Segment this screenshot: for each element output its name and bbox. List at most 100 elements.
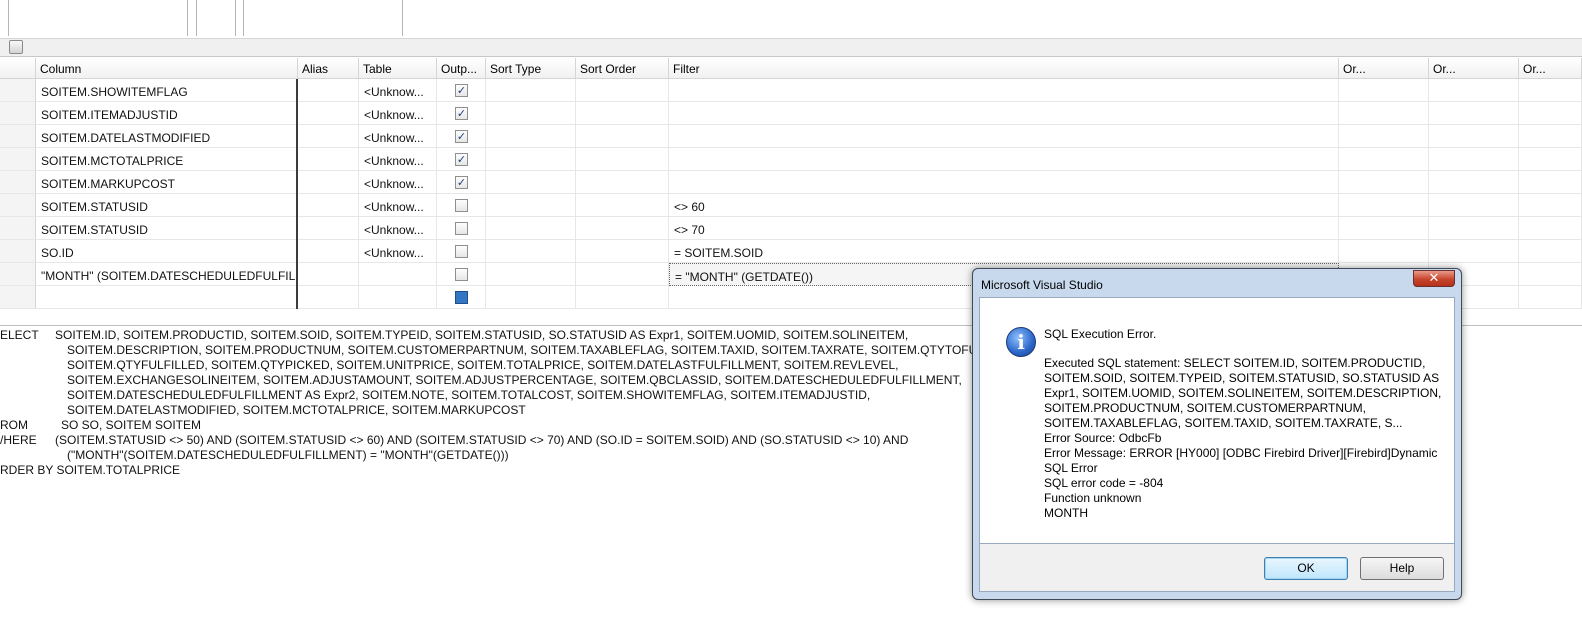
- grid-row[interactable]: SOITEM.STATUSID <Unknow... <> 60: [0, 194, 1582, 217]
- ok-button[interactable]: OK: [1264, 557, 1348, 580]
- column-header-or-2[interactable]: Or...: [1429, 58, 1519, 79]
- cell-filter[interactable]: [669, 102, 1339, 125]
- column-header-sort-order[interactable]: Sort Order: [576, 58, 669, 79]
- cell-output[interactable]: ✓: [437, 125, 486, 148]
- cell-alias[interactable]: [298, 240, 359, 263]
- cell-or-3[interactable]: [1519, 217, 1582, 240]
- grid-row[interactable]: SOITEM.ITEMADJUSTID <Unknow... ✓: [0, 102, 1582, 125]
- row-selector[interactable]: [0, 194, 36, 217]
- column-header-alias[interactable]: Alias: [298, 58, 359, 79]
- cell-or-3[interactable]: [1519, 171, 1582, 194]
- cell-output[interactable]: [437, 286, 486, 309]
- output-checkbox[interactable]: ✓: [455, 176, 468, 189]
- cell-or-1[interactable]: [1339, 194, 1429, 217]
- cell-or-2[interactable]: [1429, 194, 1519, 217]
- cell-sort-order[interactable]: [576, 148, 669, 171]
- row-selector[interactable]: [0, 79, 36, 102]
- cell-or-1[interactable]: [1339, 125, 1429, 148]
- row-selector[interactable]: [0, 148, 36, 171]
- cell-table[interactable]: <Unknow...: [359, 148, 437, 171]
- cell-or-1[interactable]: [1339, 102, 1429, 125]
- cell-column[interactable]: SOITEM.STATUSID: [36, 217, 298, 240]
- column-header-column[interactable]: Column: [36, 58, 298, 79]
- cell-sort-order[interactable]: [576, 125, 669, 148]
- cell-or-1[interactable]: [1339, 79, 1429, 102]
- cell-alias[interactable]: [298, 263, 359, 286]
- cell-table[interactable]: <Unknow...: [359, 102, 437, 125]
- cell-table[interactable]: <Unknow...: [359, 194, 437, 217]
- cell-sort-type[interactable]: [486, 217, 576, 240]
- cell-alias[interactable]: [298, 286, 359, 309]
- row-selector[interactable]: [0, 171, 36, 194]
- cell-table[interactable]: <Unknow...: [359, 240, 437, 263]
- cell-output[interactable]: ✓: [437, 148, 486, 171]
- column-header-table[interactable]: Table: [359, 58, 437, 79]
- cell-sort-order[interactable]: [576, 240, 669, 263]
- cell-sort-order[interactable]: [576, 217, 669, 240]
- cell-column[interactable]: SOITEM.SHOWITEMFLAG: [36, 79, 298, 102]
- cell-column[interactable]: SO.ID: [36, 240, 298, 263]
- cell-output[interactable]: [437, 240, 486, 263]
- cell-output[interactable]: [437, 263, 486, 286]
- cell-alias[interactable]: [298, 194, 359, 217]
- row-selector[interactable]: [0, 125, 36, 148]
- row-selector[interactable]: [0, 286, 36, 309]
- grid-row[interactable]: SOITEM.MARKUPCOST <Unknow... ✓: [0, 171, 1582, 194]
- cell-column[interactable]: [36, 286, 298, 309]
- cell-or-3[interactable]: [1519, 102, 1582, 125]
- column-resize-divider[interactable]: [296, 79, 298, 309]
- cell-alias[interactable]: [298, 171, 359, 194]
- row-selector[interactable]: [0, 263, 36, 286]
- cell-table[interactable]: <Unknow...: [359, 217, 437, 240]
- cell-or-2[interactable]: [1429, 102, 1519, 125]
- cell-alias[interactable]: [298, 148, 359, 171]
- cell-or-3[interactable]: [1519, 148, 1582, 171]
- cell-or-1[interactable]: [1339, 148, 1429, 171]
- cell-column[interactable]: "MONTH" (SOITEM.DATESCHEDULEDFULFILL...: [36, 263, 298, 286]
- cell-sort-order[interactable]: [576, 263, 669, 286]
- cell-sort-type[interactable]: [486, 79, 576, 102]
- row-selector[interactable]: [0, 102, 36, 125]
- cell-sort-type[interactable]: [486, 194, 576, 217]
- cell-filter[interactable]: <> 60: [669, 194, 1339, 217]
- cell-table[interactable]: [359, 263, 437, 286]
- cell-table[interactable]: <Unknow...: [359, 171, 437, 194]
- toolbar-button[interactable]: [9, 40, 23, 54]
- column-header-or-3[interactable]: Or...: [1519, 58, 1582, 79]
- cell-or-3[interactable]: [1519, 286, 1582, 309]
- cell-filter[interactable]: <> 70: [669, 217, 1339, 240]
- cell-output[interactable]: [437, 217, 486, 240]
- cell-alias[interactable]: [298, 102, 359, 125]
- cell-or-3[interactable]: [1519, 79, 1582, 102]
- cell-or-2[interactable]: [1429, 79, 1519, 102]
- column-header-or-1[interactable]: Or...: [1339, 58, 1429, 79]
- cell-or-1[interactable]: [1339, 171, 1429, 194]
- cell-alias[interactable]: [298, 79, 359, 102]
- cell-filter[interactable]: [669, 125, 1339, 148]
- diagram-pane[interactable]: [0, 0, 1582, 38]
- cell-alias[interactable]: [298, 217, 359, 240]
- cell-output[interactable]: ✓: [437, 171, 486, 194]
- cell-or-2[interactable]: [1429, 240, 1519, 263]
- column-header-sort-type[interactable]: Sort Type: [486, 58, 576, 79]
- cell-sort-type[interactable]: [486, 102, 576, 125]
- cell-or-2[interactable]: [1429, 217, 1519, 240]
- cell-sort-type[interactable]: [486, 148, 576, 171]
- cell-column[interactable]: SOITEM.ITEMADJUSTID: [36, 102, 298, 125]
- cell-filter[interactable]: [669, 148, 1339, 171]
- close-button[interactable]: ✕: [1413, 270, 1455, 287]
- grid-row[interactable]: SOITEM.DATELASTMODIFIED <Unknow... ✓: [0, 125, 1582, 148]
- cell-or-3[interactable]: [1519, 194, 1582, 217]
- output-checkbox[interactable]: [455, 245, 468, 258]
- cell-sort-type[interactable]: [486, 263, 576, 286]
- cell-filter[interactable]: [669, 79, 1339, 102]
- output-checkbox[interactable]: ✓: [455, 130, 468, 143]
- output-checkbox[interactable]: [455, 222, 468, 235]
- grid-row[interactable]: SOITEM.STATUSID <Unknow... <> 70: [0, 217, 1582, 240]
- cell-table[interactable]: [359, 286, 437, 309]
- cell-sort-order[interactable]: [576, 79, 669, 102]
- grid-row[interactable]: SOITEM.SHOWITEMFLAG <Unknow... ✓: [0, 79, 1582, 102]
- cell-or-2[interactable]: [1429, 171, 1519, 194]
- column-header-output[interactable]: Outp...: [437, 58, 486, 79]
- cell-sort-order[interactable]: [576, 286, 669, 309]
